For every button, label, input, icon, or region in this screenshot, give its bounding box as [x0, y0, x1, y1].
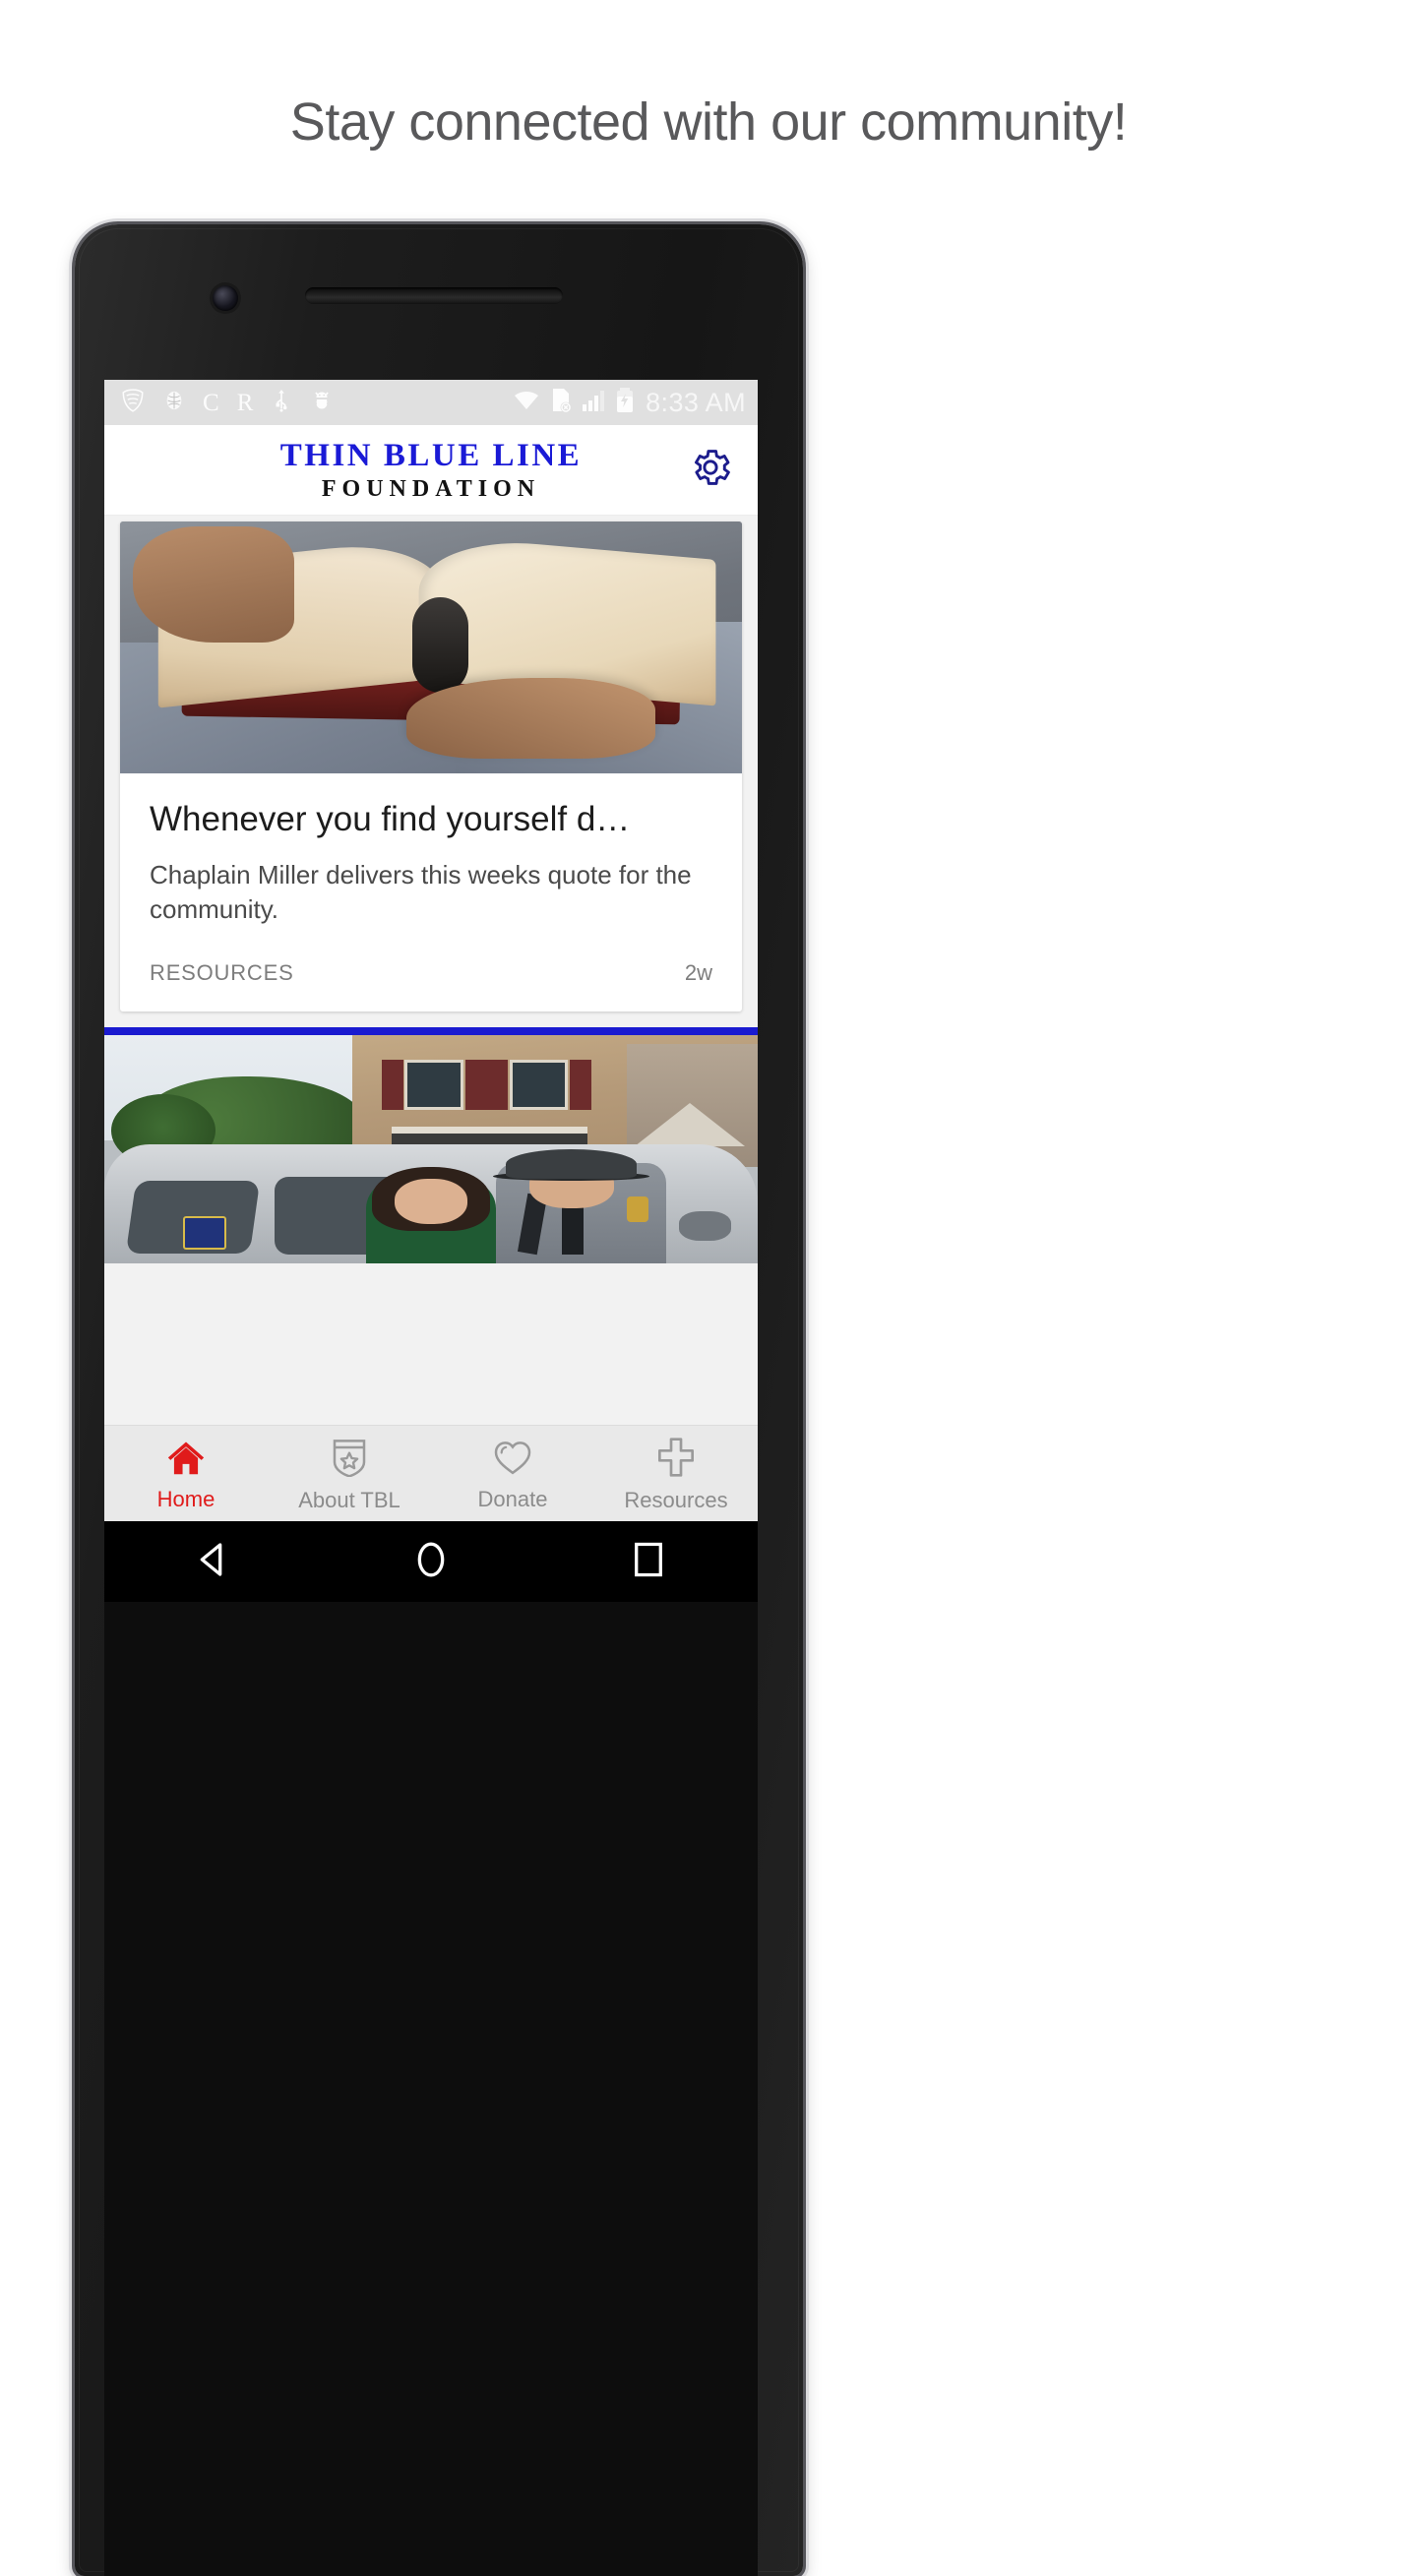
- news-feed[interactable]: Whenever you find yourself d… Chaplain M…: [104, 516, 758, 1521]
- gear-icon: [688, 445, 733, 495]
- app-header: THIN BLUE LINE FOUNDATION: [104, 425, 758, 516]
- tab-label-resources: Resources: [624, 1488, 728, 1512]
- shield-star-icon: [331, 1438, 368, 1482]
- brain-icon: [163, 389, 185, 417]
- home-button[interactable]: [382, 1521, 480, 1602]
- vpn-shield-icon: [120, 388, 146, 418]
- tab-label-donate: Donate: [477, 1487, 548, 1511]
- status-bar-clock: 8:33 AM: [646, 387, 746, 417]
- plus-cross-icon: [656, 1438, 696, 1482]
- phone-device-frame: C R 8:33 AM THIN BLUE LINE FOUNDATION Wh…: [75, 224, 803, 2576]
- earpiece-speaker-icon: [305, 287, 563, 304]
- battery-charging-icon: [616, 387, 634, 418]
- card-title: Whenever you find yourself d…: [150, 800, 631, 838]
- heart-icon: [493, 1439, 532, 1481]
- no-sim-card-icon: [549, 388, 573, 418]
- tab-about-tbl[interactable]: About TBL: [268, 1426, 431, 1521]
- tab-resources[interactable]: Resources: [594, 1426, 758, 1521]
- blue-line-divider: [104, 1026, 758, 1035]
- bottom-tab-bar: Home About TBL Donate Resources: [104, 1425, 758, 1521]
- front-camera-icon: [213, 285, 238, 311]
- card-image-open-book: [120, 521, 742, 773]
- card-meta-row: RESOURCES 2w: [120, 927, 742, 1012]
- card-timestamp: 2w: [684, 959, 712, 985]
- android-navigation-bar: [104, 1521, 758, 1602]
- status-bar: C R 8:33 AM: [104, 380, 758, 425]
- app-logo: THIN BLUE LINE FOUNDATION: [104, 437, 758, 502]
- status-bar-left-icons: C R: [120, 388, 513, 418]
- android-debug-bug-icon: [310, 389, 334, 417]
- back-triangle-icon: [194, 1540, 233, 1584]
- tab-label-about-tbl: About TBL: [298, 1488, 400, 1512]
- recents-button[interactable]: [599, 1521, 698, 1602]
- feed-card[interactable]: Whenever you find yourself d… Chaplain M…: [120, 521, 742, 1012]
- settings-button[interactable]: [685, 445, 736, 496]
- device-bottom-chin: [104, 1602, 758, 2576]
- tab-home[interactable]: Home: [104, 1426, 268, 1521]
- card-body: Whenever you find yourself d… Chaplain M…: [120, 773, 742, 927]
- cell-signal-icon: [582, 389, 607, 417]
- tab-label-home: Home: [156, 1487, 216, 1511]
- home-circle-icon: [411, 1540, 451, 1584]
- card-category: RESOURCES: [150, 959, 294, 985]
- tab-donate[interactable]: Donate: [431, 1426, 594, 1521]
- usb-icon: [271, 388, 292, 418]
- logo-line-thin-blue-line: THIN BLUE LINE: [279, 437, 583, 473]
- wifi-icon: [513, 389, 540, 417]
- logo-line-foundation: FOUNDATION: [321, 475, 541, 502]
- card-description: Chaplain Miller delivers this weeks quot…: [150, 859, 692, 924]
- home-icon: [165, 1439, 207, 1481]
- recents-square-icon: [631, 1540, 666, 1584]
- status-bar-right-icons: 8:33 AM: [513, 387, 746, 418]
- back-button[interactable]: [164, 1521, 263, 1602]
- page-headline: Stay connected with our community!: [289, 92, 1128, 152]
- phone-screen: C R 8:33 AM THIN BLUE LINE FOUNDATION Wh…: [104, 380, 758, 1521]
- letter-r-icon: R: [236, 389, 254, 416]
- letter-c-icon: C: [203, 389, 219, 416]
- card-image-trooper-and-teen[interactable]: [104, 1034, 758, 1263]
